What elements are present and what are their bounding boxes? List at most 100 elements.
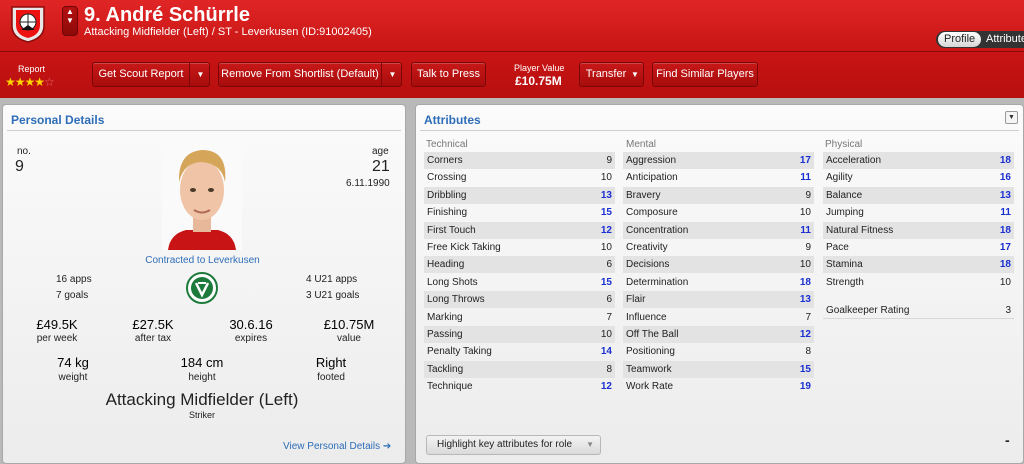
- attribute-value: 18: [999, 224, 1011, 236]
- attribute-name: Balance: [826, 189, 863, 201]
- attribute-name: Free Kick Taking: [427, 242, 501, 253]
- attribute-value: 18: [799, 276, 811, 288]
- attribute-row: Positioning 8: [623, 343, 814, 360]
- attribute-row: Marking 7: [424, 309, 615, 326]
- report-label: Report: [18, 64, 46, 74]
- attribute-row: Anticipation 11: [623, 169, 814, 186]
- attribute-name: Marking: [427, 311, 463, 323]
- attribute-value: 10: [799, 207, 811, 219]
- panel-divider: [420, 130, 1019, 131]
- attributes-title: Attributes: [424, 113, 481, 127]
- scout-report-dropdown-icon[interactable]: ▼: [189, 63, 211, 86]
- value-label: value: [337, 333, 361, 344]
- after-tax-value: £27.5K: [132, 317, 174, 332]
- attribute-name: Decisions: [626, 259, 670, 271]
- u21-apps: 4 U21 apps: [306, 274, 358, 285]
- attribute-row: First Touch 12: [424, 221, 615, 239]
- attribute-value: 11: [1000, 207, 1011, 219]
- attribute-name: Technique: [427, 381, 473, 393]
- attribute-row: Strength 10: [823, 274, 1014, 291]
- attribute-value: 9: [805, 242, 811, 253]
- attribute-row: Agility 16: [823, 169, 1014, 186]
- attribute-name: Long Throws: [427, 294, 485, 306]
- collapse-dash[interactable]: -: [1005, 432, 1010, 448]
- shortlist-dropdown-icon[interactable]: ▼: [381, 63, 403, 86]
- attribute-row: Free Kick Taking 10: [424, 239, 615, 256]
- attribute-name: Penalty Taking: [427, 346, 492, 358]
- secondary-position: Striker: [188, 410, 215, 420]
- weight-value: 74 kg: [57, 355, 89, 370]
- player-nav-arrows[interactable]: ▲▼: [62, 6, 78, 36]
- attribute-row: Determination 18: [623, 274, 814, 291]
- view-personal-details-link[interactable]: View Personal Details ➔: [283, 441, 391, 452]
- attribute-row: Natural Fitness 18: [823, 221, 1014, 239]
- attribute-value: 13: [600, 189, 612, 201]
- age-label: age: [372, 146, 389, 157]
- attribute-name: First Touch: [427, 224, 476, 236]
- shirt-no-label: no.: [17, 146, 31, 157]
- attribute-value: 6: [606, 259, 612, 271]
- attribute-value: 12: [600, 224, 612, 236]
- physical-heading: Physical: [825, 139, 863, 150]
- attribute-name: Strength: [826, 276, 864, 288]
- attribute-row: Dribbling 13: [424, 186, 615, 204]
- attribute-row: Concentration 11: [623, 221, 814, 239]
- attribute-name: Composure: [626, 207, 678, 219]
- attribute-value: 16: [999, 172, 1011, 184]
- tab-profile[interactable]: Profile: [938, 32, 982, 47]
- attribute-value: 6: [606, 294, 612, 306]
- attribute-row: Flair 13: [623, 291, 814, 309]
- attribute-name: Anticipation: [626, 172, 678, 184]
- tab-attributes[interactable]: Attributes: [986, 32, 1024, 47]
- transfer-label: Transfer: [585, 68, 627, 80]
- goalkeeper-rating-row: Goalkeeper Rating 3: [823, 302, 1014, 319]
- remove-from-shortlist-button[interactable]: Remove From Shortlist (Default) ▼: [218, 62, 402, 87]
- transfer-button[interactable]: Transfer ▼: [579, 62, 644, 87]
- attribute-row: Crossing 10: [424, 169, 615, 186]
- player-value-label: Player Value: [514, 63, 565, 73]
- attribute-name: Finishing: [427, 207, 468, 219]
- attribute-name: Corners: [427, 155, 463, 166]
- talk-to-press-button[interactable]: Talk to Press: [411, 62, 486, 87]
- attribute-value: 15: [799, 363, 811, 375]
- attribute-row: Work Rate 19: [623, 378, 814, 395]
- technical-heading: Technical: [426, 139, 468, 150]
- attribute-name: Agility: [826, 172, 853, 184]
- attribute-name: Off The Ball: [626, 329, 679, 340]
- footed-value: Right: [315, 355, 347, 370]
- weight-label: weight: [58, 372, 88, 383]
- attribute-value: 17: [799, 155, 811, 166]
- attribute-name: Tackling: [427, 363, 464, 375]
- expires-value: 30.6.16: [229, 317, 273, 332]
- attribute-row: Composure 10: [623, 204, 814, 221]
- highlight-role-select[interactable]: Highlight key attributes for role ▼: [426, 435, 601, 455]
- find-similar-players-button[interactable]: Find Similar Players: [652, 62, 758, 87]
- national-team-badge-icon: [186, 272, 218, 304]
- attribute-row: Long Shots 15: [424, 274, 615, 291]
- attribute-row: Penalty Taking 14: [424, 343, 615, 360]
- attribute-value: 10: [799, 259, 811, 271]
- scout-rating-stars: ★★★★☆: [5, 75, 55, 89]
- club-crest-icon: [11, 6, 45, 43]
- attribute-value: 10: [999, 276, 1011, 288]
- attribute-name: Pace: [826, 242, 849, 253]
- attribute-value: 9: [805, 189, 811, 201]
- attribute-row: Finishing 15: [424, 204, 615, 221]
- date-of-birth: 6.11.1990: [346, 178, 390, 189]
- attribute-row: Long Throws 6: [424, 291, 615, 309]
- get-scout-report-button[interactable]: Get Scout Report ▼: [92, 62, 210, 87]
- attribute-name: Jumping: [826, 207, 864, 219]
- attribute-name: Influence: [626, 311, 667, 323]
- attribute-row: Stamina 18: [823, 256, 1014, 274]
- attributes-menu-icon[interactable]: ▼: [1005, 111, 1018, 124]
- attribute-value: 17: [999, 242, 1011, 253]
- transfer-dropdown-icon: ▼: [631, 70, 639, 79]
- expires-label: expires: [234, 333, 268, 344]
- attribute-name: Concentration: [626, 224, 689, 236]
- age-value: 21: [372, 158, 390, 175]
- contract-link[interactable]: Contracted to Leverkusen: [100, 255, 305, 266]
- attribute-value: 18: [999, 259, 1011, 271]
- player-name: 9. André Schürrle: [84, 4, 250, 26]
- height-label: height: [188, 372, 216, 383]
- attribute-row: Jumping 11: [823, 204, 1014, 221]
